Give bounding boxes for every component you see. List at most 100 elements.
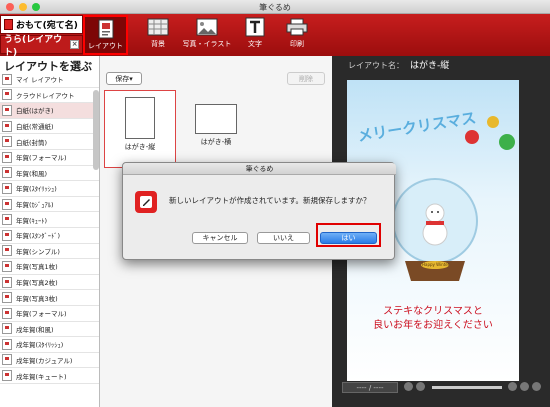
text-button[interactable]: 文字 <box>236 15 274 55</box>
category-label: 戌年賀(和風) <box>16 325 54 334</box>
text-icon <box>244 17 266 37</box>
prev-page-icon[interactable] <box>416 382 425 391</box>
layout-category-panel: レイアウトを選ぶ マイ レイアウトクラウドレイアウト白紙(はがき)› 白紙(常通紙… <box>0 56 100 407</box>
category-icon <box>2 323 12 335</box>
panel-heading: レイアウトを選ぶ <box>4 60 92 73</box>
category-item[interactable]: 白紙(常通紙) <box>0 119 99 135</box>
category-item[interactable]: 年賀(ｽﾀﾝﾀﾞｰﾄﾞ) <box>0 228 99 244</box>
category-item[interactable]: 戌年賀(ｽﾀｲﾘｯｼｭ) <box>0 337 99 353</box>
category-label: 戌年賀(ｽﾀｲﾘｯｼｭ) <box>16 341 64 350</box>
template-horizontal[interactable]: はがき-横 <box>180 90 252 168</box>
category-label: 年賀(フォーマル) <box>16 154 67 163</box>
message-line-2: 良いお年をお迎えください <box>373 320 493 331</box>
back-side-tab[interactable]: うら(レイアウト) × <box>0 35 83 58</box>
category-icon <box>2 229 12 241</box>
delete-button[interactable]: 削除 <box>287 72 325 85</box>
ornament-icon <box>465 130 479 144</box>
category-label: クラウドレイアウト <box>16 91 75 100</box>
category-icon <box>2 89 12 101</box>
app-window: 筆ぐるめ おもて(宛て名) うら(レイアウト) × レイアウト 背景 写真・イラス… <box>0 0 550 407</box>
category-item[interactable]: 年賀(写真3枚) <box>0 290 99 306</box>
category-icon <box>2 73 12 85</box>
last-page-icon[interactable] <box>520 382 529 391</box>
scrollbar[interactable] <box>93 90 99 170</box>
window-title: 筆ぐるめ <box>259 3 291 12</box>
category-item[interactable]: 年賀(写真1枚) <box>0 259 99 275</box>
category-icon <box>2 136 12 148</box>
category-label: 年賀(写真3枚) <box>16 294 58 303</box>
no-button[interactable]: いいえ <box>257 232 310 244</box>
first-page-icon[interactable] <box>404 382 413 391</box>
card-message: ステキなクリスマスと 良いお年をお迎えください <box>347 305 519 333</box>
dialog-message: 新しいレイアウトが作成されています。新規保存しますか？ <box>169 196 371 205</box>
category-icon <box>2 245 12 257</box>
close-tab-icon[interactable]: × <box>70 40 79 49</box>
photo-illustration-label: 写真・イラスト <box>182 40 232 48</box>
print-button[interactable]: 印刷 <box>277 15 317 55</box>
category-list: マイ レイアウトクラウドレイアウト白紙(はがき)› 白紙(常通紙) 白紙(封筒) 年賀… <box>0 72 99 384</box>
category-label: 年賀(ｽﾀﾝﾀﾞｰﾄﾞ) <box>16 232 61 241</box>
category-icon <box>2 167 12 179</box>
printer-icon <box>286 17 308 37</box>
category-label: 年賀(シンプル) <box>16 247 60 256</box>
category-item[interactable]: 年賀(写真2枚) <box>0 275 99 291</box>
back-side-label: うら(レイアウト) <box>4 34 63 58</box>
cancel-button[interactable]: キャンセル <box>192 232 248 244</box>
message-line-1: ステキなクリスマスと <box>383 306 483 317</box>
category-item[interactable]: 戌年賀(和風) <box>0 322 99 338</box>
category-label: 年賀(ｷｭｰﾄ) <box>16 216 48 225</box>
background-button[interactable]: 背景 <box>137 15 179 55</box>
layout-button[interactable]: レイアウト <box>83 15 128 55</box>
category-label: マイ レイアウト <box>16 76 64 85</box>
save-button[interactable]: 保存▾ <box>106 72 142 85</box>
category-label: 年賀(フォーマル) <box>16 310 67 319</box>
category-icon <box>2 260 12 272</box>
category-label: 白紙(はがき) <box>16 107 54 116</box>
ornament-icon <box>499 134 515 150</box>
category-icon <box>2 182 12 194</box>
category-item[interactable]: 年賀(ｽﾀｲﾘｯｼｭ) <box>0 181 99 197</box>
card-title: メリークリスマス <box>356 108 478 146</box>
print-label: 印刷 <box>290 40 304 48</box>
category-label: 白紙(封筒) <box>16 138 48 147</box>
photo-illustration-button[interactable]: 写真・イラスト <box>181 15 233 55</box>
category-item[interactable]: 年賀(シンプル) <box>0 244 99 260</box>
side-tabs: おもて(宛て名) うら(レイアウト) × <box>0 15 83 58</box>
template-vertical[interactable]: はがき-縦 <box>104 90 176 168</box>
layout-icon <box>95 19 117 39</box>
category-icon <box>2 151 12 163</box>
category-item[interactable]: 年賀(フォーマル) <box>0 306 99 322</box>
zoom-icon[interactable] <box>532 382 541 391</box>
dialog-title: 筆ぐるめ <box>123 163 396 175</box>
category-item[interactable]: 年賀(ｶｼﾞｭｱﾙ) <box>0 197 99 213</box>
title-bar: 筆ぐるめ <box>0 0 550 14</box>
category-item[interactable]: 戌年賀(キュート) <box>0 368 99 384</box>
category-icon <box>2 292 12 304</box>
layout-name-row: レイアウト名： はがき-縦 <box>348 58 449 71</box>
category-item[interactable]: 年賀(ｷｭｰﾄ) <box>0 212 99 228</box>
category-label: 年賀(和風) <box>16 169 48 178</box>
zoom-slider[interactable] <box>432 386 502 389</box>
category-item[interactable]: 白紙(はがき)› <box>0 103 99 119</box>
category-label: 年賀(写真1枚) <box>16 263 58 272</box>
image-icon <box>196 17 218 37</box>
app-pen-icon <box>135 191 157 213</box>
category-item[interactable]: 戌年賀(カジュアル) <box>0 353 99 369</box>
category-icon <box>2 354 12 366</box>
category-item[interactable]: 年賀(和風) <box>0 166 99 182</box>
category-item[interactable]: 白紙(封筒) <box>0 134 99 150</box>
category-icon <box>2 307 12 319</box>
category-item[interactable]: 年賀(フォーマル) <box>0 150 99 166</box>
category-item[interactable]: マイ レイアウト <box>0 72 99 88</box>
category-label: 年賀(ｽﾀｲﾘｯｼｭ) <box>16 185 57 194</box>
category-item[interactable]: クラウドレイアウト <box>0 88 99 104</box>
category-icon <box>2 120 12 132</box>
text-label: 文字 <box>248 40 262 48</box>
category-label: 戌年賀(キュート) <box>16 372 67 381</box>
template-label: はがき-横 <box>200 138 232 146</box>
background-label: 背景 <box>151 40 165 48</box>
globe-text: Happy Winter <box>422 262 450 267</box>
next-page-icon[interactable] <box>508 382 517 391</box>
front-side-label: おもて(宛て名) <box>16 21 78 31</box>
page-input[interactable]: ---- / ---- <box>342 382 398 393</box>
